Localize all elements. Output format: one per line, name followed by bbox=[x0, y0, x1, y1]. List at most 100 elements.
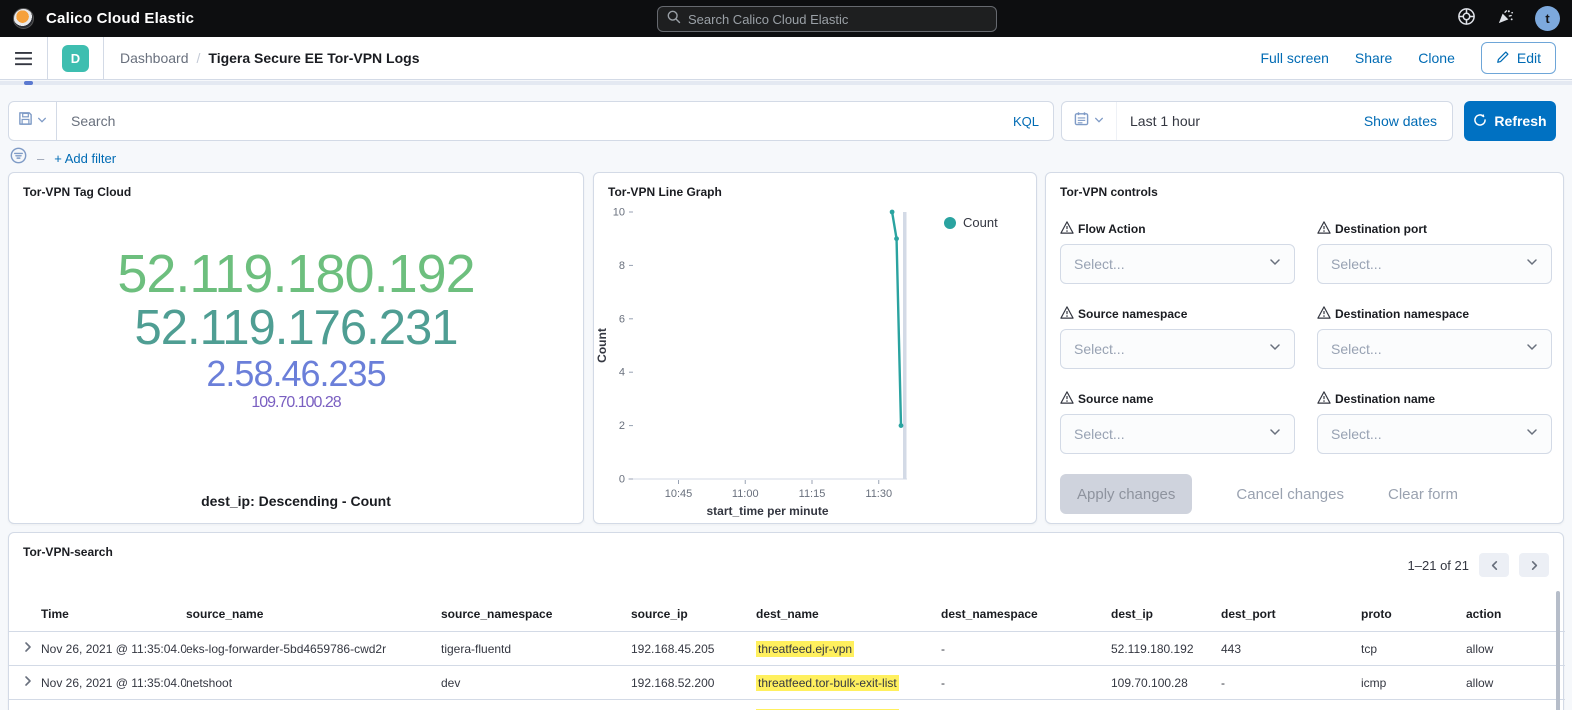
help-icon[interactable] bbox=[1457, 7, 1476, 31]
svg-text:0: 0 bbox=[619, 474, 625, 486]
cell-dest_namespace: - bbox=[941, 666, 1111, 700]
column-header-source_ip: source_ip bbox=[631, 595, 756, 632]
time-range-value[interactable]: Last 1 hour bbox=[1117, 113, 1200, 129]
warning-icon bbox=[1317, 306, 1331, 322]
horizontal-scrollbar[interactable] bbox=[0, 81, 1572, 85]
cell-dest_name: threatfeed.ejr-vpn bbox=[756, 632, 941, 666]
warning-icon bbox=[1060, 391, 1074, 407]
select-placeholder: Select... bbox=[1331, 341, 1382, 357]
search-results-table: Timesource_namesource_namespacesource_ip… bbox=[9, 595, 1565, 710]
filter-dash: – bbox=[37, 151, 44, 166]
share-link[interactable]: Share bbox=[1355, 50, 1392, 66]
chevron-down-icon bbox=[1269, 425, 1281, 443]
cell-source_namespace: tigera-fluentd bbox=[441, 632, 631, 666]
cell-proto: tcp bbox=[1361, 632, 1466, 666]
source-name-select[interactable]: Select... bbox=[1060, 414, 1295, 454]
breadcrumb-separator: / bbox=[197, 50, 201, 66]
source-namespace-select[interactable]: Select... bbox=[1060, 329, 1295, 369]
newsfeed-party-popper-icon[interactable] bbox=[1496, 7, 1515, 31]
select-placeholder: Select... bbox=[1331, 256, 1382, 272]
svg-text:6: 6 bbox=[619, 313, 625, 325]
chevron-down-icon bbox=[1526, 425, 1538, 443]
svg-text:8: 8 bbox=[619, 260, 625, 272]
global-search[interactable] bbox=[657, 6, 997, 32]
kql-toggle[interactable]: KQL bbox=[1013, 114, 1039, 129]
cell-dest_ip: 109.70.100.28 bbox=[1111, 700, 1221, 710]
control-field-destination-port: Destination portSelect... bbox=[1317, 221, 1552, 284]
panel-controls: Tor-VPN controls Flow ActionSelect...Des… bbox=[1045, 172, 1564, 524]
breadcrumb: Dashboard / Tigera Secure EE Tor-VPN Log… bbox=[104, 50, 419, 66]
cell-source_namespace: dev bbox=[441, 700, 631, 710]
refresh-button[interactable]: Refresh bbox=[1464, 101, 1556, 141]
calendar-icon bbox=[1074, 111, 1089, 131]
warning-icon bbox=[1317, 221, 1331, 237]
filter-icon[interactable] bbox=[10, 147, 27, 169]
panel-search-table: Tor-VPN-search 1–21 of 21 Timesource_nam… bbox=[8, 532, 1564, 710]
full-screen-link[interactable]: Full screen bbox=[1260, 50, 1328, 66]
clear-form-button[interactable]: Clear form bbox=[1388, 486, 1458, 503]
user-avatar[interactable]: t bbox=[1535, 6, 1560, 31]
control-field-source-namespace: Source namespaceSelect... bbox=[1060, 306, 1295, 369]
control-field-flow-action: Flow Action Select... bbox=[1060, 221, 1295, 284]
pagination-count: 1–21 of 21 bbox=[1408, 558, 1469, 573]
next-page-button[interactable] bbox=[1519, 553, 1549, 577]
destination-name-select[interactable]: Select... bbox=[1317, 414, 1552, 454]
svg-text:11:15: 11:15 bbox=[799, 488, 826, 500]
cell-source_name: netshoot bbox=[186, 666, 441, 700]
destination-namespace-select[interactable]: Select... bbox=[1317, 329, 1552, 369]
flow-action-select[interactable]: Select... bbox=[1060, 244, 1295, 284]
line-chart: 024681010:4511:0011:1511:30Countstart_ti… bbox=[594, 195, 1038, 523]
expand-row-button[interactable] bbox=[9, 666, 41, 700]
select-placeholder: Select... bbox=[1074, 341, 1125, 357]
tag-cloud-terms: 52.119.180.19252.119.176.2312.58.46.235 1… bbox=[9, 247, 583, 411]
cell-time: Nov 26, 2021 @ 11:35:04.000 bbox=[41, 632, 186, 666]
tag-cloud-term[interactable]: 52.119.176.231 bbox=[135, 304, 458, 354]
cell-proto: icmp bbox=[1361, 700, 1466, 710]
column-header-dest_namespace: dest_namespace bbox=[941, 595, 1111, 632]
column-header-dest_name: dest_name bbox=[756, 595, 941, 632]
field-label: Flow Action bbox=[1078, 222, 1146, 236]
tag-cloud-term[interactable]: 52.119.180.192 bbox=[117, 247, 474, 302]
cell-dest_port: - bbox=[1221, 666, 1361, 700]
panel-title: Tor-VPN-search bbox=[9, 533, 1563, 559]
chart-legend[interactable]: Count bbox=[944, 215, 998, 230]
controls-grid: Flow ActionSelect...Destination portSele… bbox=[1060, 221, 1563, 454]
prev-page-button[interactable] bbox=[1479, 553, 1509, 577]
expand-row-button[interactable] bbox=[9, 700, 41, 710]
kql-search-input[interactable] bbox=[71, 113, 1005, 129]
table-header-row: Timesource_namesource_namespacesource_ip… bbox=[9, 595, 1565, 632]
destination-port-select[interactable]: Select... bbox=[1317, 244, 1552, 284]
expand-row-button[interactable] bbox=[9, 632, 41, 666]
show-dates-link[interactable]: Show dates bbox=[1364, 113, 1452, 129]
cell-source_name: netshoot bbox=[186, 700, 441, 710]
table-body: Nov 26, 2021 @ 11:35:04.000eks-log-forwa… bbox=[9, 632, 1565, 710]
svg-text:10:45: 10:45 bbox=[665, 488, 693, 500]
top-app-bar: Calico Cloud Elastic t bbox=[0, 0, 1572, 37]
cell-dest_port: - bbox=[1221, 700, 1361, 710]
edit-button[interactable]: Edit bbox=[1481, 42, 1556, 74]
breadcrumb-dashboard[interactable]: Dashboard bbox=[120, 50, 189, 66]
select-placeholder: Select... bbox=[1074, 256, 1125, 272]
dashboard-badge[interactable]: D bbox=[48, 37, 104, 79]
cell-dest_ip: 109.70.100.28 bbox=[1111, 666, 1221, 700]
add-filter-link[interactable]: + Add filter bbox=[54, 151, 116, 166]
tag-cloud-term[interactable]: 2.58.46.235 bbox=[206, 356, 385, 393]
apply-changes-button[interactable]: Apply changes bbox=[1060, 474, 1192, 514]
cell-dest_namespace: - bbox=[941, 700, 1111, 710]
calico-logo bbox=[13, 8, 34, 29]
tag-cloud-term[interactable]: 109.70.100.28 bbox=[251, 395, 340, 411]
chevron-down-icon bbox=[1094, 112, 1104, 130]
cancel-changes-button[interactable]: Cancel changes bbox=[1236, 486, 1344, 503]
chevron-down-icon bbox=[37, 112, 47, 130]
vertical-scrollbar[interactable] bbox=[1556, 591, 1560, 710]
chevron-down-icon bbox=[1269, 255, 1281, 273]
clone-link[interactable]: Clone bbox=[1418, 50, 1455, 66]
calendar-dropdown-button[interactable] bbox=[1062, 102, 1117, 140]
menu-button[interactable] bbox=[0, 37, 48, 79]
field-label: Destination name bbox=[1335, 392, 1435, 406]
column-header-time: Time bbox=[41, 595, 186, 632]
app-title: Calico Cloud Elastic bbox=[46, 10, 194, 27]
saved-query-button[interactable] bbox=[8, 101, 57, 141]
global-search-input[interactable] bbox=[688, 12, 987, 27]
column-header-action: action bbox=[1466, 595, 1565, 632]
